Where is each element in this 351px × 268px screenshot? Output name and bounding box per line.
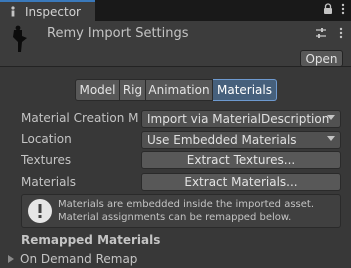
materials-label: Materials <box>21 175 77 189</box>
location-label: Location <box>21 132 72 146</box>
tab-animation[interactable]: Animation <box>146 79 213 101</box>
importer-tabs: Model Rig Animation Materials <box>75 79 277 101</box>
inspector-icon <box>6 6 20 18</box>
textures-label: Textures <box>21 153 72 167</box>
material-creation-mode-dropdown[interactable]: Import via MaterialDescription <box>141 110 341 128</box>
chevron-down-icon <box>327 136 335 141</box>
tab-model[interactable]: Model <box>75 79 120 101</box>
dropdown-value: Import via MaterialDescription <box>147 112 330 126</box>
tab-rig[interactable]: Rig <box>120 79 146 101</box>
foldout-label: On Demand Remap <box>20 252 138 266</box>
more-icon[interactable] <box>341 3 345 18</box>
chevron-down-icon <box>327 115 335 120</box>
model-prefab-icon <box>10 24 30 56</box>
extract-textures-button[interactable]: Extract Textures... <box>141 151 341 169</box>
info-icon <box>27 198 53 224</box>
open-button[interactable]: Open <box>300 50 343 67</box>
extract-materials-button[interactable]: Extract Materials... <box>141 173 341 191</box>
on-demand-remap-foldout[interactable]: On Demand Remap <box>8 252 137 266</box>
page-title: Remy Import Settings <box>47 26 189 41</box>
more-icon[interactable] <box>339 27 343 42</box>
foldout-arrow-icon <box>8 255 14 263</box>
inspector-tab[interactable]: Inspector <box>0 0 95 21</box>
material-creation-mode-label: Material Creation Mo <box>21 111 139 125</box>
remapped-materials-heading: Remapped Materials <box>21 233 161 247</box>
window-tab-bar: Inspector <box>0 0 351 21</box>
tab-materials[interactable]: Materials <box>213 79 277 101</box>
asset-header: Remy Import Settings Open <box>0 21 351 67</box>
help-line-2: Material assignments can be remapped bel… <box>58 212 292 223</box>
location-dropdown[interactable]: Use Embedded Materials <box>141 131 341 149</box>
info-helpbox: Materials are embedded inside the import… <box>21 194 341 228</box>
tab-label: Inspector <box>25 4 81 19</box>
dropdown-value: Use Embedded Materials <box>147 133 297 147</box>
settings-sliders-icon[interactable] <box>315 27 327 42</box>
help-line-1: Materials are embedded inside the import… <box>58 199 315 210</box>
lock-icon[interactable] <box>323 3 333 18</box>
